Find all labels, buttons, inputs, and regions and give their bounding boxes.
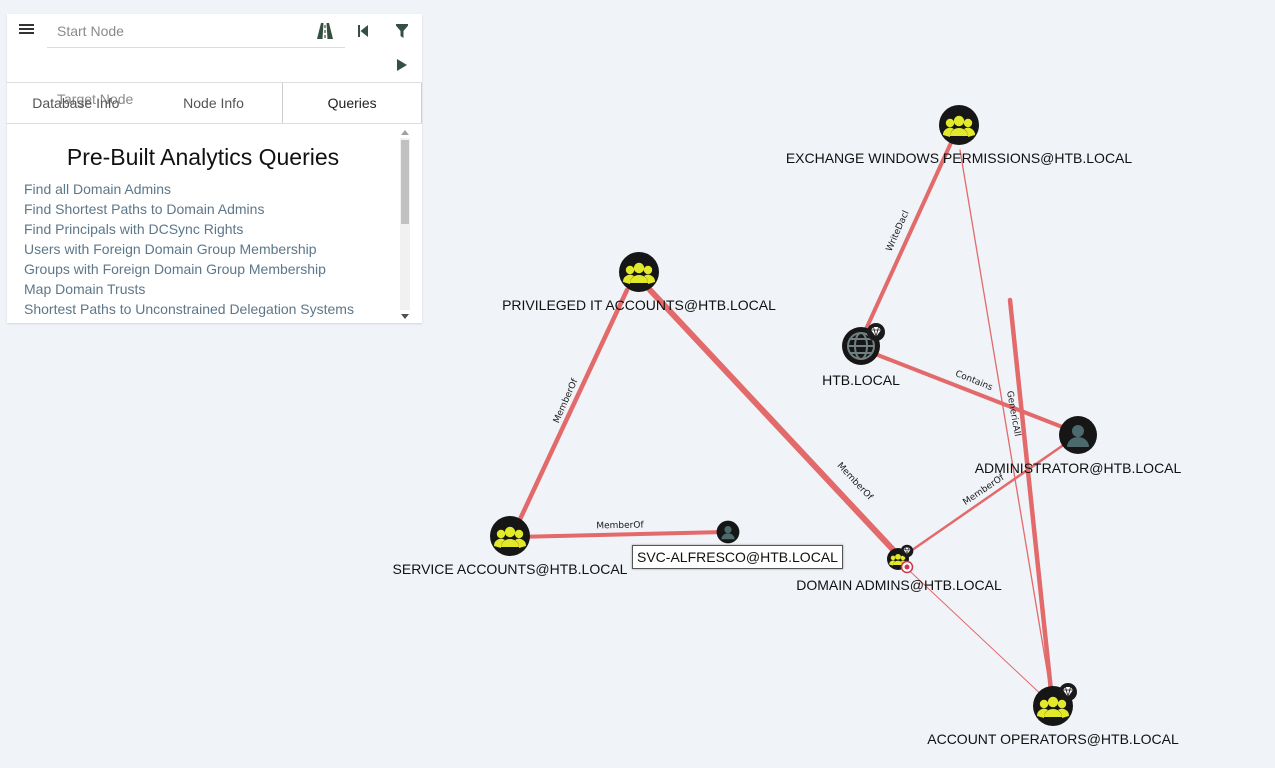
edge-memberof-priv-service[interactable] [512, 287, 630, 533]
queries-scrollbar[interactable] [399, 126, 411, 322]
pathfinding-button[interactable] [313, 19, 337, 43]
queries-pane: Pre-Built Analytics Queries Find all Dom… [7, 124, 399, 323]
tab-node-info[interactable]: Node Info [145, 83, 283, 123]
gem-icon [866, 322, 886, 342]
tab-database-info[interactable]: Database Info [7, 83, 145, 123]
user-icon [1059, 416, 1097, 454]
scroll-up-arrow-icon[interactable] [399, 126, 411, 138]
edge-label-contains: Contains [954, 369, 995, 393]
target-icon [900, 560, 914, 574]
start-node-input[interactable] [47, 15, 345, 48]
scroll-down-arrow-icon[interactable] [399, 310, 411, 322]
play-button[interactable] [390, 53, 414, 77]
node-service-accounts[interactable]: SERVICE ACCOUNTS@HTB.LOCAL [393, 516, 628, 577]
node-label: SERVICE ACCOUNTS@HTB.LOCAL [393, 561, 628, 577]
back-button[interactable] [351, 19, 375, 43]
graph-edges [512, 132, 1077, 703]
hamburger-icon[interactable] [19, 22, 34, 36]
node-label: HTB.LOCAL [822, 372, 900, 388]
edge-labels: WriteDacl Contains GenericAll MemberOf M… [552, 209, 1022, 531]
group-icon [939, 105, 979, 145]
play-icon [397, 59, 407, 71]
target-node-row [7, 48, 422, 115]
tab-queries[interactable]: Queries [282, 83, 423, 123]
group-icon [490, 516, 530, 556]
query-item[interactable]: Find Principals with DCSync Rights [24, 219, 399, 239]
start-node-row [7, 14, 422, 48]
edge-memberof-svc-service[interactable] [513, 530, 727, 539]
user-icon [716, 520, 740, 544]
road-icon [317, 23, 333, 39]
query-item[interactable]: Shortest Paths to Unconstrained Delegati… [24, 299, 399, 319]
queries-title: Pre-Built Analytics Queries [66, 144, 340, 170]
filter-button[interactable] [390, 19, 414, 43]
group-icon [619, 252, 659, 292]
node-label: EXCHANGE WINDOWS PERMISSIONS@HTB.LOCAL [786, 150, 1133, 166]
edge-memberof-admin-da[interactable] [903, 435, 1077, 557]
query-item[interactable]: Users with Foreign Domain Group Membersh… [24, 239, 399, 259]
query-item[interactable]: Find all Domain Admins [24, 179, 399, 199]
query-item[interactable]: Groups with Foreign Domain Group Members… [24, 259, 399, 279]
node-label: ADMINISTRATOR@HTB.LOCAL [975, 460, 1182, 476]
edge-admin-accountops[interactable] [1007, 297, 1055, 703]
node-label-svc-alfresco[interactable]: SVC-ALFRESCO@HTB.LOCAL [632, 545, 843, 569]
scrollbar-thumb[interactable] [401, 140, 409, 224]
node-label: ACCOUNT OPERATORS@HTB.LOCAL [927, 731, 1179, 747]
panel-tabs: Database Info Node Info Queries [7, 82, 423, 124]
filter-icon [396, 24, 408, 38]
edge-genericall[interactable] [959, 149, 1053, 701]
edge-label-memberof-svc-service: MemberOf [596, 521, 644, 532]
node-privileged-it-accounts[interactable]: PRIVILEGED IT ACCOUNTS@HTB.LOCAL [502, 252, 776, 313]
node-label: DOMAIN ADMINS@HTB.LOCAL [796, 577, 1002, 593]
step-back-icon [358, 25, 368, 37]
query-list: Find all Domain Admins Find Shortest Pat… [7, 179, 399, 319]
node-svc-alfresco[interactable] [716, 520, 740, 544]
edge-label-writedacl: WriteDacl [885, 209, 912, 253]
gem-icon [1058, 682, 1078, 702]
search-panel: Database Info Node Info Queries Pre-Buil… [7, 14, 423, 323]
node-account-operators[interactable]: ACCOUNT OPERATORS@HTB.LOCAL [927, 682, 1179, 747]
edge-contains-admin[interactable] [868, 350, 1072, 432]
query-item[interactable]: Map Domain Trusts [24, 279, 399, 299]
node-htb-local[interactable]: HTB.LOCAL [822, 322, 900, 388]
query-item[interactable]: Find Shortest Paths to Domain Admins [24, 199, 399, 219]
node-exchange-windows-permissions[interactable]: EXCHANGE WINDOWS PERMISSIONS@HTB.LOCAL [786, 105, 1133, 166]
gem-icon [900, 544, 914, 558]
node-label: PRIVILEGED IT ACCOUNTS@HTB.LOCAL [502, 297, 776, 313]
